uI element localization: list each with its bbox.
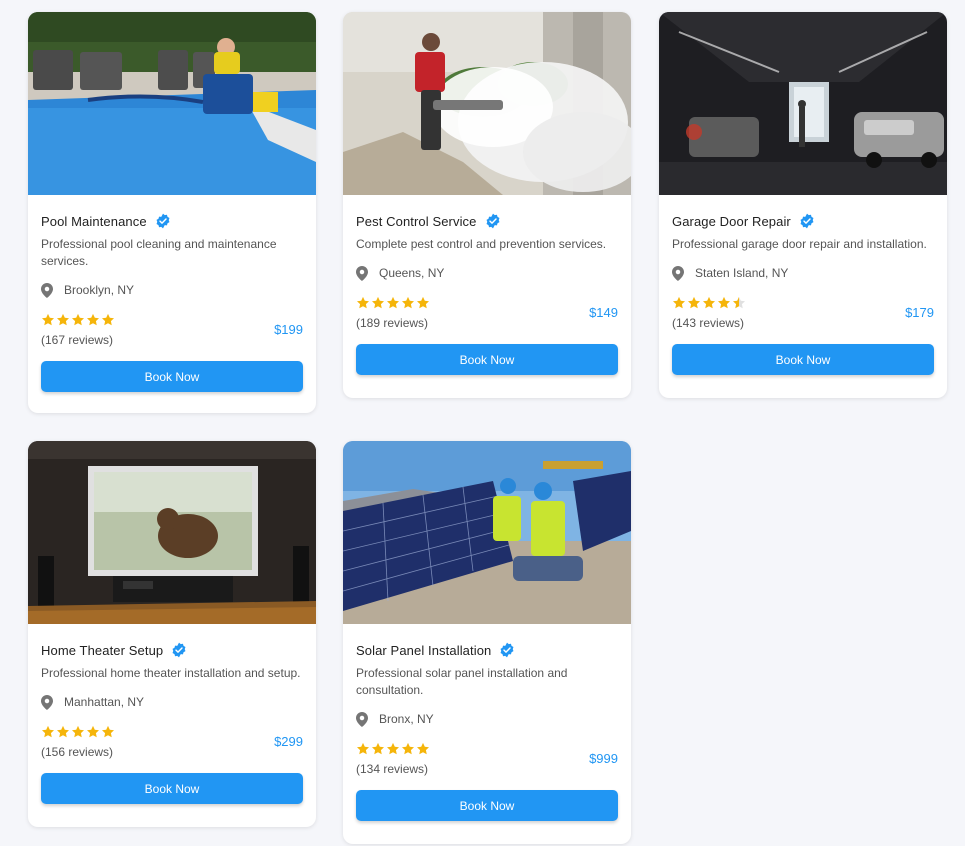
book-now-button[interactable]: Book Now xyxy=(41,773,303,804)
map-pin-icon xyxy=(41,694,53,710)
star-icon xyxy=(56,313,70,325)
verified-badge-icon xyxy=(500,642,514,658)
star-icon xyxy=(71,725,85,737)
book-now-button[interactable]: Book Now xyxy=(356,790,618,821)
service-price: $999 xyxy=(589,750,618,766)
rating-stars xyxy=(356,741,431,757)
star-icon xyxy=(401,742,415,754)
star-icon xyxy=(86,313,100,325)
map-pin-icon xyxy=(356,711,368,727)
service-grid: Pool Maintenance Professional pool clean… xyxy=(0,0,965,846)
service-location: Queens, NY xyxy=(379,266,445,280)
star-icon xyxy=(401,296,415,308)
service-price: $199 xyxy=(274,321,303,337)
review-count: (134 reviews) xyxy=(356,761,429,776)
star-icon xyxy=(41,725,55,737)
rating-stars xyxy=(672,295,747,311)
verified-badge-icon xyxy=(156,213,170,229)
service-description: Complete pest control and prevention ser… xyxy=(356,237,607,251)
star-icon xyxy=(371,296,385,308)
star-icon xyxy=(732,296,746,308)
star-icon xyxy=(416,742,430,754)
star-icon xyxy=(687,296,701,308)
map-pin-icon xyxy=(356,265,368,281)
service-title: Solar Panel Installation xyxy=(356,642,492,658)
service-description: Professional solar panel installation an… xyxy=(356,666,568,697)
service-location: Bronx, NY xyxy=(379,712,434,726)
pool-cleaning-photo xyxy=(28,12,316,195)
star-icon xyxy=(371,742,385,754)
service-card[interactable]: Solar Panel Installation Professional so… xyxy=(343,441,631,844)
review-count: (189 reviews) xyxy=(356,315,429,330)
star-icon xyxy=(56,725,70,737)
star-icon xyxy=(356,742,370,754)
service-card[interactable]: Garage Door Repair Professional garage d… xyxy=(659,12,947,398)
service-title: Home Theater Setup xyxy=(41,642,164,658)
rating-stars xyxy=(41,724,116,740)
book-now-button[interactable]: Book Now xyxy=(356,344,618,375)
star-icon xyxy=(717,296,731,308)
rating-stars xyxy=(356,295,431,311)
star-icon xyxy=(386,742,400,754)
service-location: Manhattan, NY xyxy=(64,695,145,709)
service-price: $149 xyxy=(589,304,618,320)
service-title: Pool Maintenance xyxy=(41,213,147,229)
service-description: Professional garage door repair and inst… xyxy=(672,237,927,251)
solar-panels-photo xyxy=(343,441,631,624)
book-now-button[interactable]: Book Now xyxy=(41,361,303,392)
star-icon xyxy=(86,725,100,737)
service-description: Professional pool cleaning and maintenan… xyxy=(41,237,277,268)
service-price: $299 xyxy=(274,733,303,749)
verified-badge-icon xyxy=(800,213,814,229)
star-icon xyxy=(356,296,370,308)
review-count: (167 reviews) xyxy=(41,332,114,347)
map-pin-icon xyxy=(41,282,53,298)
star-icon xyxy=(101,313,115,325)
service-card[interactable]: Pool Maintenance Professional pool clean… xyxy=(28,12,316,413)
service-title: Garage Door Repair xyxy=(672,213,791,229)
verified-badge-icon xyxy=(172,642,186,658)
service-location: Staten Island, NY xyxy=(695,266,789,280)
review-count: (143 reviews) xyxy=(672,315,745,330)
star-icon xyxy=(41,313,55,325)
service-price: $179 xyxy=(905,304,934,320)
book-now-button[interactable]: Book Now xyxy=(672,344,934,375)
star-icon xyxy=(101,725,115,737)
map-pin-icon xyxy=(672,265,684,281)
service-card[interactable]: Home Theater Setup Professional home the… xyxy=(28,441,316,827)
home-theater-photo xyxy=(28,441,316,624)
pest-fogging-photo xyxy=(343,12,631,195)
service-card[interactable]: Pest Control Service Complete pest contr… xyxy=(343,12,631,398)
star-icon xyxy=(702,296,716,308)
star-icon xyxy=(71,313,85,325)
star-icon xyxy=(416,296,430,308)
service-location: Brooklyn, NY xyxy=(64,283,135,297)
service-title: Pest Control Service xyxy=(356,213,477,229)
rating-stars xyxy=(41,312,116,328)
review-count: (156 reviews) xyxy=(41,744,114,759)
service-description: Professional home theater installation a… xyxy=(41,666,301,680)
star-icon xyxy=(672,296,686,308)
garage-workshop-photo xyxy=(659,12,947,195)
star-icon xyxy=(386,296,400,308)
verified-badge-icon xyxy=(486,213,499,229)
